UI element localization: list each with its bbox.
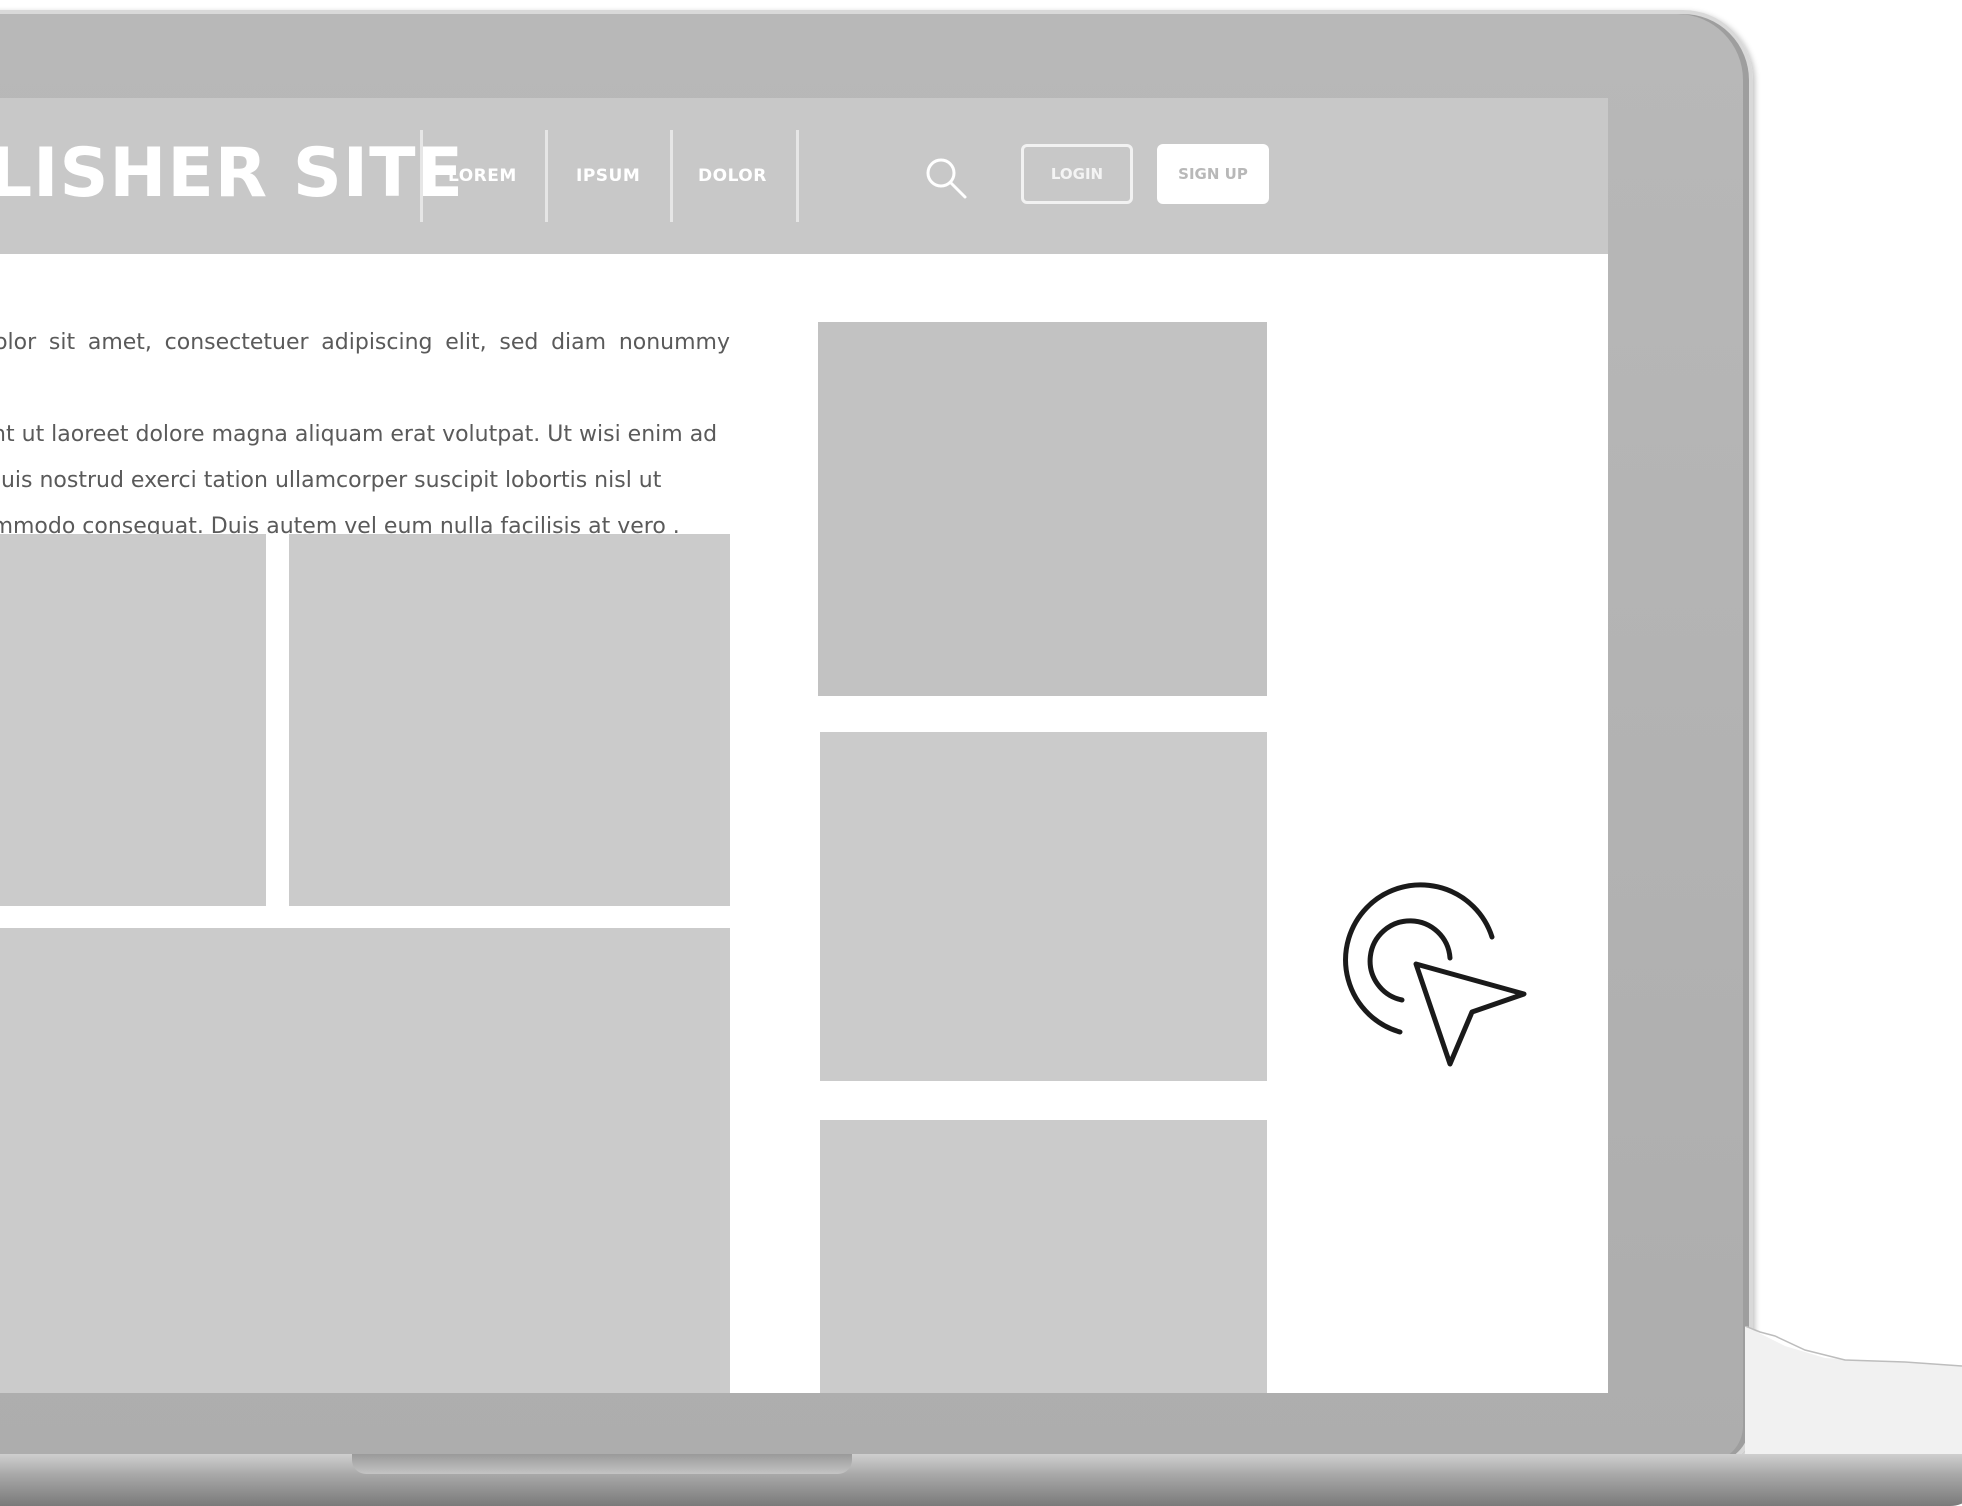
signup-button[interactable]: SIGN UP	[1157, 144, 1269, 204]
intro-paragraph: um dolor sit amet, consectetuer adipisci…	[0, 320, 730, 550]
laptop-screen: BLISHER SITE LOREM IPSUM DOLOR LOGIN SIG…	[0, 98, 1608, 1393]
nav-item-ipsum[interactable]: IPSUM	[576, 166, 640, 186]
intro-line: ncidunt ut laoreet dolore magna aliquam …	[0, 422, 718, 447]
nav-divider	[420, 130, 423, 222]
login-button[interactable]: LOGIN	[1021, 144, 1133, 204]
nav-item-lorem[interactable]: LOREM	[448, 166, 517, 186]
nav-divider	[796, 130, 799, 222]
intro-line: iam, quis nostrud exerci tation ullamcor…	[0, 468, 662, 493]
stage: BLISHER SITE LOREM IPSUM DOLOR LOGIN SIG…	[0, 0, 1962, 1506]
nav-divider	[545, 130, 548, 222]
image-placeholder[interactable]	[0, 928, 730, 1393]
sidebar-placeholder[interactable]	[818, 322, 1267, 696]
image-placeholder[interactable]	[289, 534, 730, 906]
laptop-shadow	[1745, 1326, 1962, 1456]
nav-item-dolor[interactable]: DOLOR	[698, 166, 767, 186]
sidebar-placeholder[interactable]	[820, 1120, 1267, 1393]
nav-divider	[670, 130, 673, 222]
intro-line: um dolor sit amet, consectetuer adipisci…	[0, 330, 730, 355]
laptop-bezel: BLISHER SITE LOREM IPSUM DOLOR LOGIN SIG…	[0, 10, 1753, 1466]
click-cursor-icon	[1343, 882, 1527, 1067]
site-title[interactable]: BLISHER SITE	[0, 134, 464, 213]
search-icon[interactable]	[924, 156, 968, 200]
site-header: BLISHER SITE LOREM IPSUM DOLOR LOGIN SIG…	[0, 98, 1608, 254]
laptop-base	[0, 1454, 1962, 1506]
laptop-hinge-notch	[352, 1454, 852, 1474]
image-placeholder[interactable]	[0, 534, 266, 906]
sidebar-placeholder[interactable]	[820, 732, 1267, 1081]
